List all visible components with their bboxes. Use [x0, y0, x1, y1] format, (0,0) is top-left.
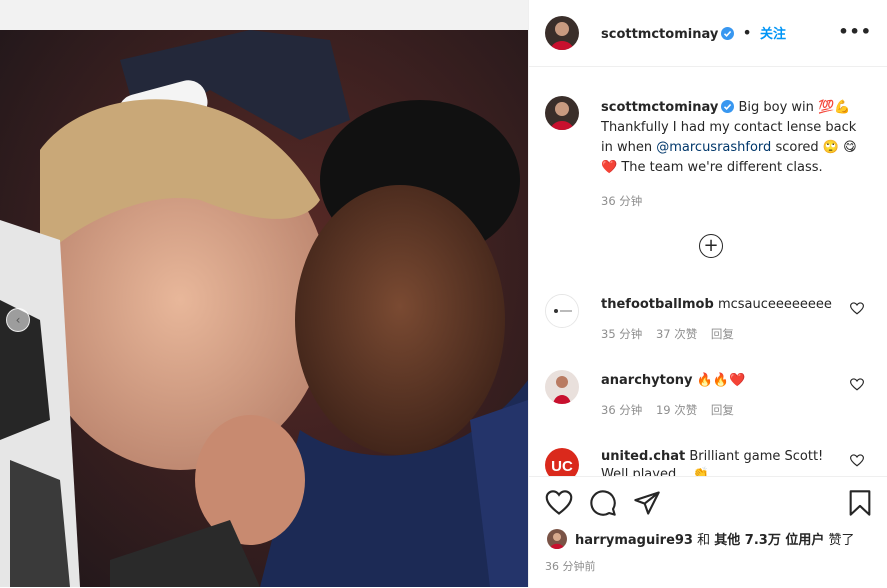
likes-and: 和 — [697, 533, 711, 548]
follow-button[interactable]: 关注 — [760, 27, 786, 42]
comment-meta: 36 分钟 19 次赞 回复 — [601, 402, 744, 418]
likes-summary: harrymaguire93 和 其他 7.3万 位用户 赞了 — [575, 529, 855, 548]
comment-body: mcsauceeeeeeee — [717, 297, 832, 312]
liker-username[interactable]: harrymaguire93 — [575, 533, 693, 548]
comment-username[interactable]: thefootballmob — [601, 297, 714, 312]
share-icon[interactable] — [633, 489, 661, 517]
comment-like-icon[interactable] — [850, 454, 864, 467]
post-panel: scottmctominay • 关注 ••• scottmctominay B… — [528, 0, 887, 588]
caption-username[interactable]: scottmctominay — [601, 100, 718, 115]
comment-time: 36 分钟 — [601, 403, 643, 417]
bookmark-icon[interactable] — [846, 489, 874, 517]
caption-text-3: scored 🙄 — [775, 140, 839, 155]
comment-time: 35 分钟 — [601, 327, 643, 341]
comment-text: thefootballmob mcsauceeeeeeee — [601, 296, 841, 314]
post-image — [0, 0, 528, 587]
caption-text-1: Big boy win 💯💪 — [738, 100, 851, 115]
comment-item: UC united.chat Brilliant game Scott! Wel… — [529, 448, 887, 476]
caption-avatar[interactable] — [545, 96, 579, 130]
comment-username[interactable]: united.chat — [601, 449, 685, 464]
load-more-comments-button[interactable]: + — [699, 234, 723, 258]
comment-avatar[interactable]: UC — [545, 448, 579, 476]
comment-like-icon[interactable] — [850, 302, 864, 315]
comment-likes[interactable]: 37 次赞 — [656, 327, 697, 341]
heart-icon[interactable] — [545, 489, 573, 517]
comment-body: Brilliant game Scott! — [689, 449, 824, 464]
likes-others[interactable]: 其他 7.3万 位用户 — [714, 533, 824, 548]
liker-avatar[interactable] — [547, 529, 567, 549]
verified-badge-icon — [721, 27, 735, 40]
comment-text: anarchytony 🔥🔥❤️ — [601, 372, 841, 390]
comment-item: anarchytony 🔥🔥❤️ 36 分钟 19 次赞 回复 — [529, 370, 887, 442]
carousel-prev-button[interactable]: ‹ — [6, 308, 30, 332]
comment-text: united.chat Brilliant game Scott! Well p… — [601, 448, 841, 476]
mention-link[interactable]: @marcusrashford — [656, 140, 771, 155]
post-caption: scottmctominay Big boy win 💯💪 Thankfully… — [601, 98, 871, 211]
caption-time: 36 分钟 — [601, 194, 643, 208]
comment-like-icon[interactable] — [850, 378, 864, 391]
comment-body: 🔥🔥❤️ — [696, 373, 746, 388]
header-line: scottmctominay • 关注 — [601, 23, 786, 42]
separator-dot: • — [742, 23, 752, 42]
post-photo[interactable]: ‹ — [0, 0, 528, 587]
comment-username[interactable]: anarchytony — [601, 373, 693, 388]
likes-liked: 赞了 — [828, 533, 855, 548]
comment-icon[interactable] — [589, 489, 617, 517]
svg-text:UC: UC — [551, 458, 573, 475]
more-icon[interactable]: ••• — [838, 22, 872, 41]
comment-meta: 35 分钟 37 次赞 回复 — [601, 326, 744, 342]
chevron-left-icon: ‹ — [15, 313, 21, 327]
comment-avatar[interactable] — [545, 294, 579, 328]
comment-likes[interactable]: 19 次赞 — [656, 403, 697, 417]
action-bar: harrymaguire93 和 其他 7.3万 位用户 赞了 36 分钟前 — [529, 476, 887, 588]
comment-body-2: Well played... 👏 — [601, 467, 709, 476]
verified-badge-icon — [721, 100, 735, 113]
reply-button[interactable]: 回复 — [711, 403, 734, 417]
plus-circle-icon: + — [703, 235, 719, 256]
comment-avatar[interactable] — [545, 370, 579, 404]
header-username[interactable]: scottmctominay — [601, 27, 718, 42]
post-header: scottmctominay • 关注 ••• — [529, 0, 887, 67]
comment-item: thefootballmob mcsauceeeeeeee 35 分钟 37 次… — [529, 294, 887, 366]
reply-button[interactable]: 回复 — [711, 327, 734, 341]
avatar[interactable] — [545, 16, 579, 50]
post-time: 36 分钟前 — [545, 560, 596, 573]
